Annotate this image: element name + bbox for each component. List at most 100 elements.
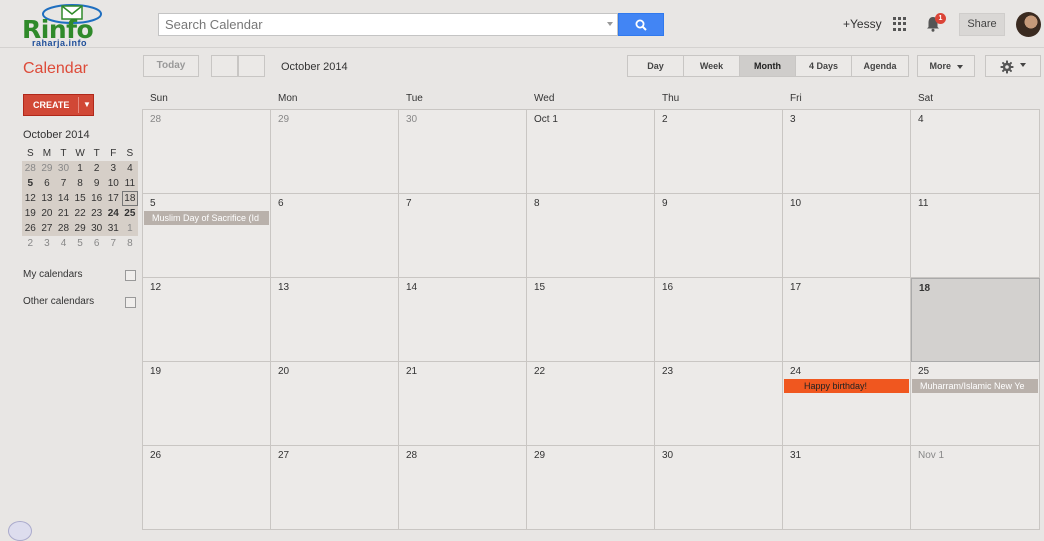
mini-day[interactable]: 15 (71, 191, 89, 206)
logo[interactable]: Rinfo raharja.info (20, 2, 138, 48)
other-calendars-label[interactable]: Other calendars (23, 296, 94, 307)
mini-day[interactable]: 19 (22, 206, 39, 221)
day-cell[interactable]: 17 (783, 278, 911, 362)
day-cell-today[interactable]: 18 (911, 278, 1040, 362)
day-cell[interactable]: 7 (399, 194, 527, 278)
mini-day[interactable]: 4 (55, 236, 72, 251)
mini-day[interactable]: 12 (22, 191, 39, 206)
mini-day[interactable]: 21 (55, 206, 72, 221)
mini-day[interactable]: 30 (88, 221, 105, 236)
mini-day[interactable]: 8 (122, 236, 139, 251)
day-cell[interactable]: 20 (271, 362, 399, 446)
day-cell[interactable]: 29 (271, 110, 399, 194)
day-cell[interactable]: 6 (271, 194, 399, 278)
mini-day-today[interactable]: 18 (121, 191, 139, 206)
quick-add-dropdown-icon[interactable]: ▼ (83, 95, 91, 115)
mini-day[interactable]: 7 (105, 236, 122, 251)
create-event-button[interactable]: CREATE ▼ (23, 94, 94, 116)
day-cell[interactable]: 21 (399, 362, 527, 446)
day-cell[interactable]: 5 Muslim Day of Sacrifice (Id (143, 194, 271, 278)
day-cell[interactable]: Oct 1 (527, 110, 655, 194)
search-options-dropdown[interactable] (607, 22, 613, 26)
day-cell[interactable]: 8 (527, 194, 655, 278)
day-cell[interactable]: 10 (783, 194, 911, 278)
mini-day[interactable]: 17 (104, 191, 122, 206)
calendar-event[interactable]: Muharram/Islamic New Ye (912, 379, 1038, 393)
mini-day[interactable]: 29 (71, 221, 89, 236)
view-day-button[interactable]: Day (628, 56, 684, 76)
day-cell[interactable]: 30 (655, 446, 783, 530)
mini-day[interactable]: 2 (88, 161, 105, 176)
day-cell[interactable]: 4 (911, 110, 1040, 194)
avatar[interactable] (1016, 12, 1041, 37)
day-cell[interactable]: 19 (143, 362, 271, 446)
mini-day[interactable]: 10 (104, 176, 122, 191)
day-cell[interactable]: 25 Muharram/Islamic New Ye (911, 362, 1040, 446)
calendar-event[interactable]: Happy birthday! (784, 379, 909, 393)
day-cell[interactable]: 13 (271, 278, 399, 362)
mini-day[interactable]: 6 (38, 176, 56, 191)
user-profile-link[interactable]: +Yessy (843, 17, 882, 31)
mini-day[interactable]: 27 (38, 221, 56, 236)
day-cell[interactable]: 31 (783, 446, 911, 530)
search-button[interactable] (618, 13, 664, 36)
day-cell[interactable]: 15 (527, 278, 655, 362)
view-agenda-button[interactable]: Agenda (852, 56, 908, 76)
apps-grid-icon[interactable] (893, 17, 907, 31)
mini-day[interactable]: 20 (38, 206, 56, 221)
my-calendars-label[interactable]: My calendars (23, 269, 82, 280)
view-4days-button[interactable]: 4 Days (796, 56, 852, 76)
other-calendars-toggle[interactable] (125, 297, 136, 308)
mini-day[interactable]: 16 (88, 191, 105, 206)
mini-day[interactable]: 5 (72, 236, 89, 251)
mini-day[interactable]: 3 (104, 161, 122, 176)
mini-day[interactable]: 1 (121, 221, 139, 236)
today-button[interactable]: Today (143, 55, 199, 77)
mini-day[interactable]: 23 (88, 206, 105, 221)
mini-day[interactable]: 3 (39, 236, 56, 251)
mini-day[interactable]: 6 (88, 236, 105, 251)
day-cell[interactable]: 14 (399, 278, 527, 362)
day-cell[interactable]: 28 (143, 110, 271, 194)
mini-day[interactable]: 9 (88, 176, 105, 191)
day-cell[interactable]: 27 (271, 446, 399, 530)
day-cell[interactable]: 9 (655, 194, 783, 278)
mini-day[interactable]: 22 (71, 206, 89, 221)
mini-day[interactable]: 29 (38, 161, 56, 176)
day-cell[interactable]: 26 (143, 446, 271, 530)
share-button[interactable]: Share (959, 13, 1005, 36)
mini-day[interactable]: 28 (55, 221, 72, 236)
mini-day[interactable]: 13 (38, 191, 56, 206)
day-cell[interactable]: 16 (655, 278, 783, 362)
day-cell[interactable]: 11 (911, 194, 1040, 278)
mini-calendar-title[interactable]: October 2014 (23, 129, 90, 141)
day-cell[interactable]: Nov 1 (911, 446, 1040, 530)
settings-button[interactable] (985, 55, 1041, 77)
mini-day[interactable]: 28 (22, 161, 39, 176)
calendar-event[interactable]: Muslim Day of Sacrifice (Id (144, 211, 269, 225)
mini-day[interactable]: 14 (55, 191, 72, 206)
day-cell[interactable]: 23 (655, 362, 783, 446)
mini-day[interactable]: 1 (71, 161, 89, 176)
mini-day[interactable]: 25 (121, 206, 139, 221)
mini-day[interactable]: 11 (121, 176, 139, 191)
day-cell[interactable]: 12 (143, 278, 271, 362)
day-cell[interactable]: 22 (527, 362, 655, 446)
mini-day[interactable]: 7 (55, 176, 72, 191)
mini-day[interactable]: 5 (22, 176, 39, 191)
my-calendars-toggle[interactable] (125, 270, 136, 281)
day-cell[interactable]: 29 (527, 446, 655, 530)
day-cell[interactable]: 24 Happy birthday! (783, 362, 911, 446)
view-week-button[interactable]: Week (684, 56, 740, 76)
mini-day[interactable]: 24 (104, 206, 122, 221)
next-period-button[interactable] (238, 55, 265, 77)
mini-day[interactable]: 30 (55, 161, 72, 176)
mini-day[interactable]: 8 (71, 176, 89, 191)
more-menu-button[interactable]: More (917, 55, 975, 77)
mini-day[interactable]: 4 (121, 161, 139, 176)
view-month-button[interactable]: Month (740, 56, 796, 76)
day-cell[interactable]: 28 (399, 446, 527, 530)
search-input[interactable] (159, 14, 611, 35)
previous-period-button[interactable] (211, 55, 238, 77)
day-cell[interactable]: 2 (655, 110, 783, 194)
